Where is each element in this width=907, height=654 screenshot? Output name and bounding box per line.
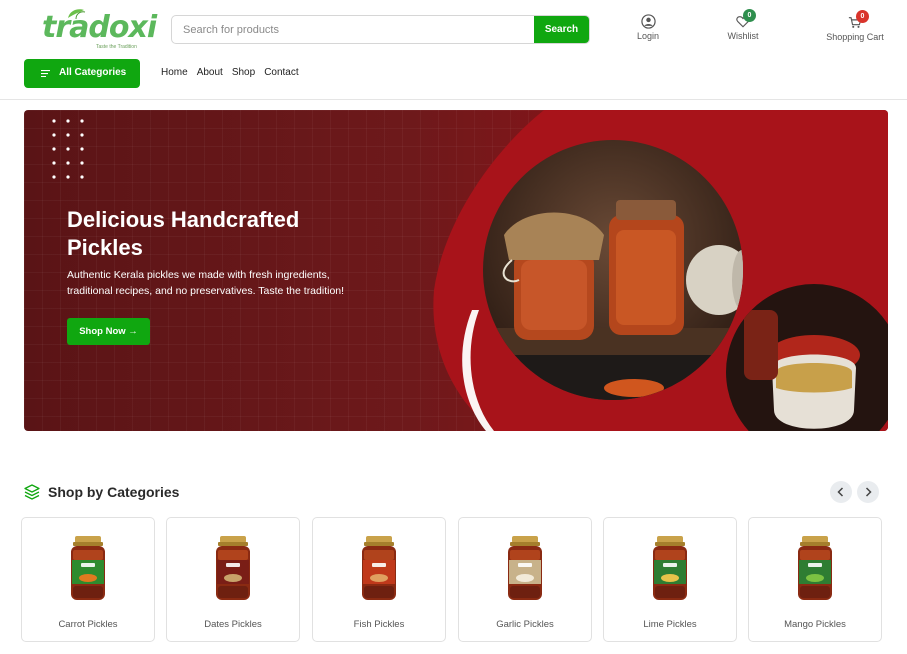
hero-description: Authentic Kerala pickles we made with fr… [67, 269, 345, 297]
site-header: tradoxi Taste the Tradition Search Login… [0, 0, 907, 100]
layers-icon [24, 484, 40, 500]
search-button[interactable]: Search [534, 16, 589, 43]
category-name: Dates Pickles [204, 619, 262, 630]
carousel-next-button[interactable] [857, 481, 879, 503]
search-bar: Search [171, 15, 590, 44]
wishlist-icon-wrap: 0 [736, 9, 756, 29]
cart-count-badge: 0 [856, 10, 869, 23]
dot-pattern-left [52, 119, 84, 179]
section-title: Shop by Categories [48, 484, 180, 500]
carousel-prev-button[interactable] [830, 481, 852, 503]
login-label: Login [636, 31, 660, 41]
hero-banner: Delicious Handcrafted Pickles Authentic … [24, 110, 888, 431]
all-categories-button[interactable]: All Categories [24, 59, 140, 88]
category-card[interactable]: Mango Pickles [748, 517, 882, 642]
category-card[interactable]: Garlic Pickles [458, 517, 592, 642]
brand-tagline: Taste the Tradition [96, 44, 137, 50]
category-name: Carrot Pickles [58, 619, 118, 630]
search-input[interactable] [172, 16, 536, 43]
pickle-jar-image [71, 536, 105, 600]
category-card[interactable]: Lime Pickles [603, 517, 737, 642]
nav-home[interactable]: Home [161, 67, 188, 78]
main-nav: Home About Shop Contact [161, 67, 308, 78]
brand-name: tradoxi [42, 10, 157, 45]
shop-now-button[interactable]: Shop Now → [67, 318, 150, 345]
pickle-jar-image [798, 536, 832, 600]
login-link[interactable]: Login [631, 14, 665, 41]
cart-link[interactable]: 0 Shopping Cart [824, 10, 886, 42]
menu-icon [41, 70, 50, 77]
pickle-jar-image [653, 536, 687, 600]
nav-shop[interactable]: Shop [232, 67, 255, 78]
cart-icon-wrap: 0 [848, 10, 869, 30]
category-name: Fish Pickles [353, 619, 405, 630]
wishlist-link[interactable]: 0 Wishlist [722, 9, 764, 41]
all-categories-label: All Categories [59, 67, 127, 78]
pickle-jar-image [362, 536, 396, 600]
wishlist-count-badge: 0 [743, 9, 756, 22]
category-name: Lime Pickles [643, 619, 697, 630]
user-icon [640, 14, 656, 29]
category-card[interactable]: Dates Pickles [166, 517, 300, 642]
chevron-right-icon [865, 487, 872, 497]
brand-logo[interactable]: tradoxi Taste the Tradition [42, 8, 157, 50]
category-name: Garlic Pickles [496, 619, 554, 630]
pickle-jar-image [216, 536, 250, 600]
category-name: Mango Pickles [784, 619, 846, 630]
chevron-left-icon [837, 487, 844, 497]
nav-about[interactable]: About [197, 67, 223, 78]
pickle-jar-image [508, 536, 542, 600]
category-card[interactable]: Carrot Pickles [21, 517, 155, 642]
hero-title: Delicious Handcrafted Pickles [67, 207, 300, 260]
wishlist-label: Wishlist [727, 31, 759, 41]
nav-contact[interactable]: Contact [264, 67, 298, 78]
cart-label: Shopping Cart [826, 32, 884, 42]
category-card[interactable]: Fish Pickles [312, 517, 446, 642]
